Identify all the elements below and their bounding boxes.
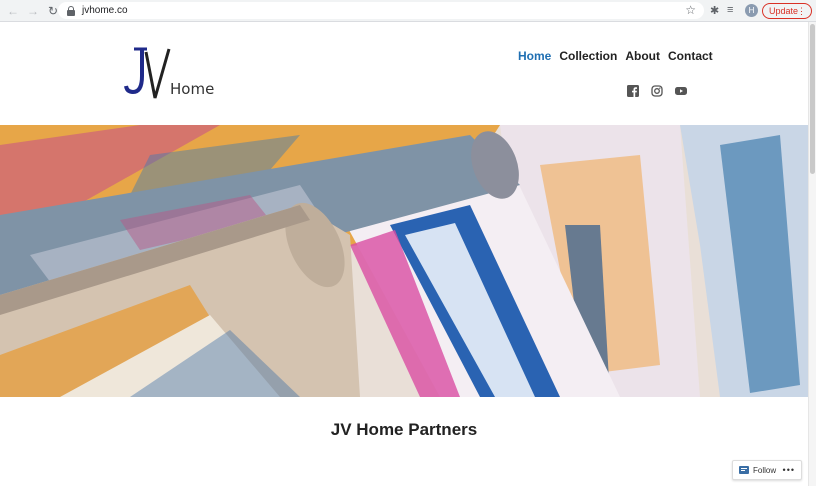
reader-icon	[739, 466, 749, 474]
page-scrollbar[interactable]	[808, 22, 816, 486]
hero-rugs-image	[0, 125, 808, 397]
follow-button[interactable]: Follow •••	[732, 460, 802, 480]
page-headline: JV Home Partners	[330, 420, 478, 439]
web-page: Home Home Collection About Contact JV Ho…	[0, 22, 808, 486]
forward-icon[interactable]: →	[26, 4, 40, 18]
back-icon[interactable]: ←	[6, 4, 20, 18]
scrollbar-thumb[interactable]	[810, 24, 815, 174]
instagram-icon[interactable]	[651, 85, 663, 97]
url-text[interactable]: jvhome.co	[82, 5, 128, 16]
youtube-icon[interactable]	[675, 85, 687, 97]
more-options-icon[interactable]: •••	[783, 465, 795, 475]
facebook-icon[interactable]	[627, 85, 639, 97]
nav-contact[interactable]: Contact	[668, 49, 713, 63]
address-bar[interactable]: jvhome.co ☆	[58, 2, 704, 19]
browser-menu-icon[interactable]: ⋮	[797, 4, 806, 18]
lock-icon[interactable]	[67, 5, 76, 16]
update-button[interactable]: Update ⋮	[762, 3, 812, 19]
main-nav: Home Collection About Contact	[518, 49, 713, 63]
social-links	[627, 85, 687, 97]
follow-label: Follow	[753, 465, 777, 475]
update-label: Update	[769, 6, 799, 16]
browser-toolbar: ← → ↻ jvhome.co ☆ ✱ ≡ H Update ⋮	[0, 0, 816, 22]
nav-about[interactable]: About	[625, 49, 660, 63]
logo-wordmark[interactable]: Home	[170, 80, 214, 98]
nav-home[interactable]: Home	[518, 49, 551, 63]
profile-avatar[interactable]: H	[745, 4, 758, 17]
bookmark-star-icon[interactable]: ☆	[685, 3, 696, 17]
nav-collection[interactable]: Collection	[559, 49, 617, 63]
media-control-icon[interactable]: ≡	[727, 4, 733, 16]
extensions-icon[interactable]: ✱	[710, 4, 719, 17]
